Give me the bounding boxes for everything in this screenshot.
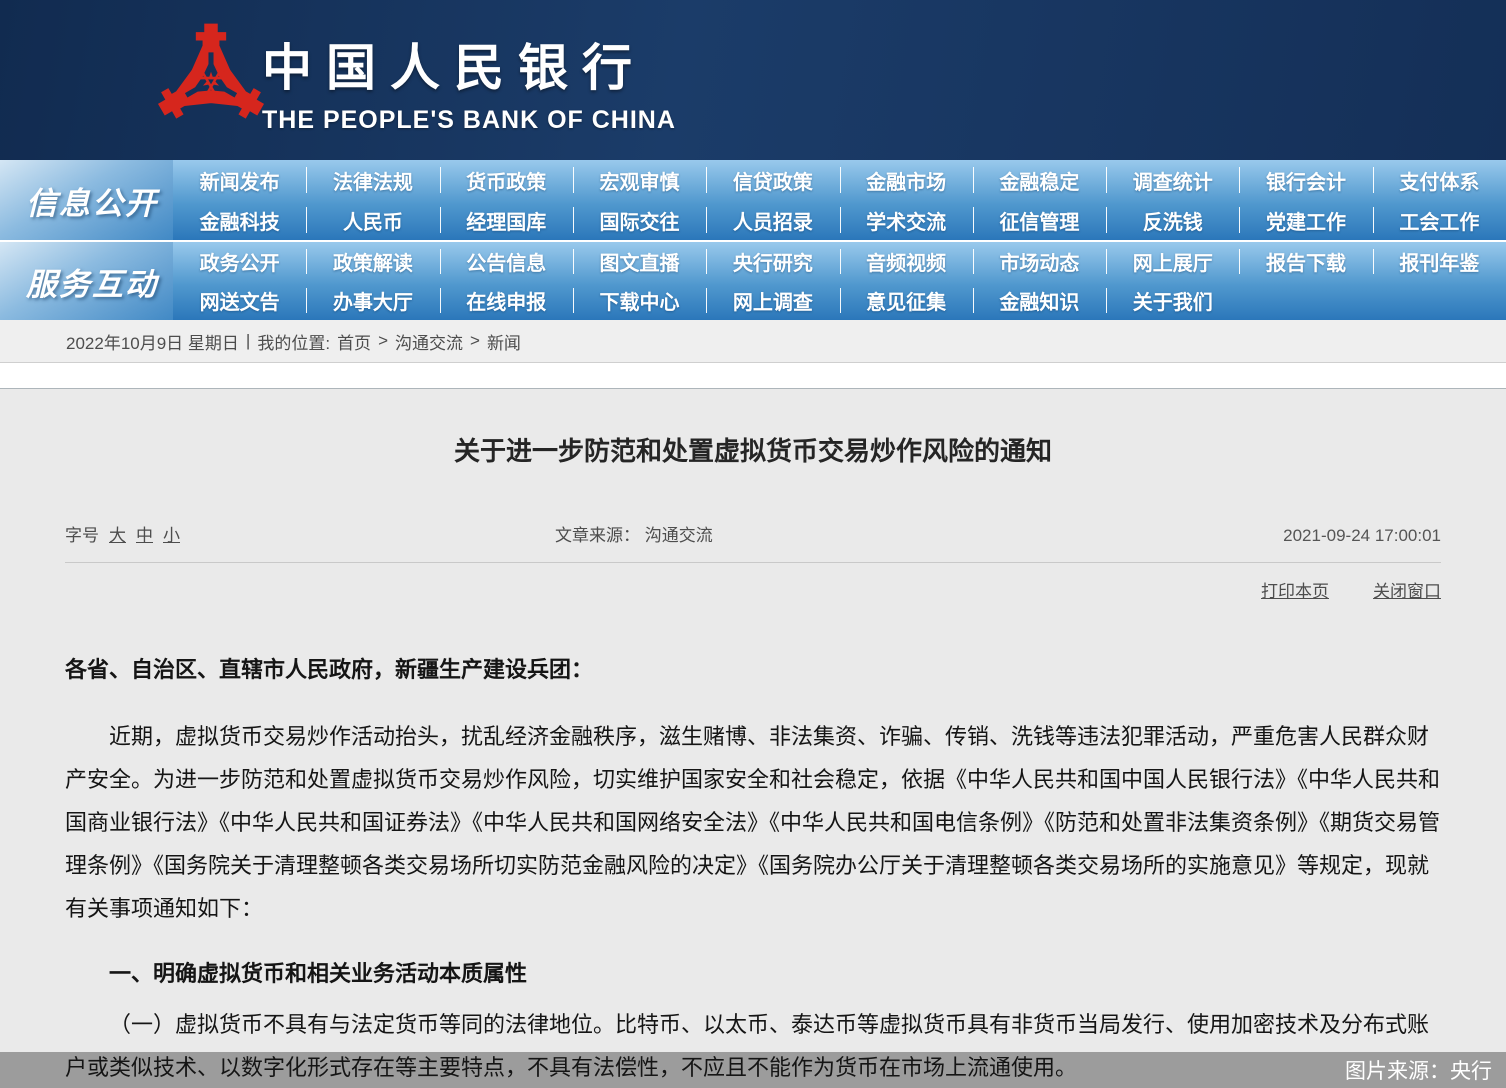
- article-meta-row: 字号 大 中 小 文章来源： 沟通交流 2021-09-24 17:00:01: [65, 521, 1441, 563]
- breadcrumb-channel-link[interactable]: 沟通交流: [395, 329, 463, 354]
- breadcrumb-current-link[interactable]: 新闻: [487, 329, 521, 354]
- nav-item-pbc-research[interactable]: 央行研究: [706, 242, 839, 281]
- brand-block: 中国人民银行 THE PEOPLE'S BANK OF CHINA: [262, 28, 676, 135]
- salutation: 各省、自治区、直辖市人民政府，新疆生产建设兵团：: [65, 648, 1441, 691]
- nav-item-opinion-collection[interactable]: 意见征集: [840, 281, 973, 320]
- nav-item-gov-affairs[interactable]: 政务公开: [173, 242, 306, 281]
- print-page-button[interactable]: 打印本页: [1261, 577, 1329, 602]
- location-label: 我的位置:: [257, 329, 330, 354]
- section-heading-1: 一、明确虚拟货币和相关业务活动本质属性: [65, 952, 1441, 995]
- font-size-large-button[interactable]: 大: [109, 521, 126, 546]
- nav-item-international[interactable]: 国际交往: [573, 200, 706, 240]
- nav-grid-services: 政务公开 政策解读 公告信息 图文直播 央行研究 音频视频 市场动态 网上展厅 …: [173, 242, 1506, 320]
- nav-item-survey-statistics[interactable]: 调查统计: [1106, 160, 1239, 200]
- nav-item-renminbi[interactable]: 人民币: [306, 200, 439, 240]
- header-content-gap: [0, 363, 1506, 389]
- bank-name-cn: 中国人民银行: [262, 28, 676, 100]
- nav-item-party-building[interactable]: 党建工作: [1239, 200, 1372, 240]
- nav-label-info-disclosure[interactable]: 信息公开: [0, 160, 173, 240]
- nav-item-news-release[interactable]: 新闻发布: [173, 160, 306, 200]
- source-value: 沟通交流: [645, 526, 713, 545]
- font-size-medium-button[interactable]: 中: [136, 521, 153, 546]
- nav-item-financial-knowledge[interactable]: 金融知识: [973, 281, 1106, 320]
- article-body: 各省、自治区、直辖市人民政府，新疆生产建设兵团： 近期，虚拟货币交易炒作活动抬头…: [65, 648, 1441, 1088]
- paragraph-2: （一）虚拟货币不具有与法定货币等同的法律地位。比特币、以太币、泰达币等虚拟货币具…: [65, 1003, 1441, 1088]
- nav-item-labor-union[interactable]: 工会工作: [1373, 200, 1506, 240]
- main-navigation: 信息公开 新闻发布 法律法规 货币政策 宏观审慎 信贷政策 金融市场 金融稳定 …: [0, 160, 1506, 320]
- pboc-webpage: 中国人民银行 THE PEOPLE'S BANK OF CHINA 信息公开 新…: [0, 0, 1506, 1088]
- nav-item-financial-markets[interactable]: 金融市场: [840, 160, 973, 200]
- site-header: 中国人民银行 THE PEOPLE'S BANK OF CHINA: [0, 0, 1506, 160]
- paragraph-1: 近期，虚拟货币交易炒作活动抬头，扰乱经济金融秩序，滋生赌博、非法集资、诈骗、传销…: [65, 715, 1441, 930]
- nav-item-monetary-policy[interactable]: 货币政策: [440, 160, 573, 200]
- nav-item-download-center[interactable]: 下载中心: [573, 281, 706, 320]
- nav-label-services[interactable]: 服务互动: [0, 242, 173, 320]
- bank-name-en: THE PEOPLE'S BANK OF CHINA: [262, 106, 676, 135]
- article-actions: 打印本页 关闭窗口: [65, 577, 1441, 602]
- nav-item-financial-stability[interactable]: 金融稳定: [973, 160, 1106, 200]
- nav-item-online-filing[interactable]: 在线申报: [440, 281, 573, 320]
- current-date: 2022年10月9日 星期日: [66, 329, 239, 354]
- breadcrumb-home-link[interactable]: 首页: [337, 329, 371, 354]
- nav-item-policy-interpretation[interactable]: 政策解读: [306, 242, 439, 281]
- font-size-label: 字号: [65, 521, 99, 546]
- close-window-button[interactable]: 关闭窗口: [1373, 577, 1441, 602]
- publish-datetime: 2021-09-24 17:00:01: [1283, 526, 1441, 546]
- pboc-logo-icon: [152, 14, 270, 148]
- nav-item-academic-exchange[interactable]: 学术交流: [840, 200, 973, 240]
- nav-item-online-gallery[interactable]: 网上展厅: [1106, 242, 1239, 281]
- article-title: 关于进一步防范和处置虚拟货币交易炒作风险的通知: [65, 389, 1441, 469]
- nav-item-bank-accounting[interactable]: 银行会计: [1239, 160, 1372, 200]
- nav-item-live-broadcast[interactable]: 图文直播: [573, 242, 706, 281]
- breadcrumb: 2022年10月9日 星期日 | 我的位置: 首页 > 沟通交流 > 新闻: [0, 320, 1506, 363]
- font-size-small-button[interactable]: 小: [163, 521, 180, 546]
- nav-item-about-us[interactable]: 关于我们: [1106, 281, 1239, 320]
- nav-item-report-download[interactable]: 报告下载: [1239, 242, 1372, 281]
- nav-item-periodicals[interactable]: 报刊年鉴: [1373, 242, 1506, 281]
- nav-item-service-hall[interactable]: 办事大厅: [306, 281, 439, 320]
- nav-cell-empty: [1239, 281, 1372, 320]
- article-content-area: 关于进一步防范和处置虚拟货币交易炒作风险的通知 字号 大 中 小 文章来源： 沟…: [0, 389, 1506, 1088]
- nav-item-anti-money-laundering[interactable]: 反洗钱: [1106, 200, 1239, 240]
- nav-item-market-trends[interactable]: 市场动态: [973, 242, 1106, 281]
- source-label: 文章来源：: [555, 526, 640, 545]
- nav-item-recruitment[interactable]: 人员招录: [706, 200, 839, 240]
- breadcrumb-separator: >: [378, 331, 388, 351]
- nav-item-audio-video[interactable]: 音频视频: [840, 242, 973, 281]
- nav-item-online-survey[interactable]: 网上调查: [706, 281, 839, 320]
- nav-item-laws[interactable]: 法律法规: [306, 160, 439, 200]
- article: 关于进一步防范和处置虚拟货币交易炒作风险的通知 字号 大 中 小 文章来源： 沟…: [65, 389, 1441, 1088]
- nav-item-announcements[interactable]: 公告信息: [440, 242, 573, 281]
- article-source: 文章来源： 沟通交流: [555, 521, 1283, 546]
- nav-section-services: 服务互动 政务公开 政策解读 公告信息 图文直播 央行研究 音频视频 市场动态 …: [0, 240, 1506, 320]
- nav-item-treasury[interactable]: 经理国库: [440, 200, 573, 240]
- font-size-controls: 字号 大 中 小: [65, 521, 555, 546]
- nav-item-payment-system[interactable]: 支付体系: [1373, 160, 1506, 200]
- breadcrumb-separator: >: [470, 331, 480, 351]
- nav-item-macroprudential[interactable]: 宏观审慎: [573, 160, 706, 200]
- nav-grid-info: 新闻发布 法律法规 货币政策 宏观审慎 信贷政策 金融市场 金融稳定 调查统计 …: [173, 160, 1506, 240]
- nav-cell-empty: [1373, 281, 1506, 320]
- nav-item-fintech[interactable]: 金融科技: [173, 200, 306, 240]
- nav-item-credit-policy[interactable]: 信贷政策: [706, 160, 839, 200]
- nav-section-info-disclosure: 信息公开 新闻发布 法律法规 货币政策 宏观审慎 信贷政策 金融市场 金融稳定 …: [0, 160, 1506, 240]
- nav-item-circulars[interactable]: 网送文告: [173, 281, 306, 320]
- breadcrumb-divider: |: [246, 331, 250, 351]
- nav-item-credit-management[interactable]: 征信管理: [973, 200, 1106, 240]
